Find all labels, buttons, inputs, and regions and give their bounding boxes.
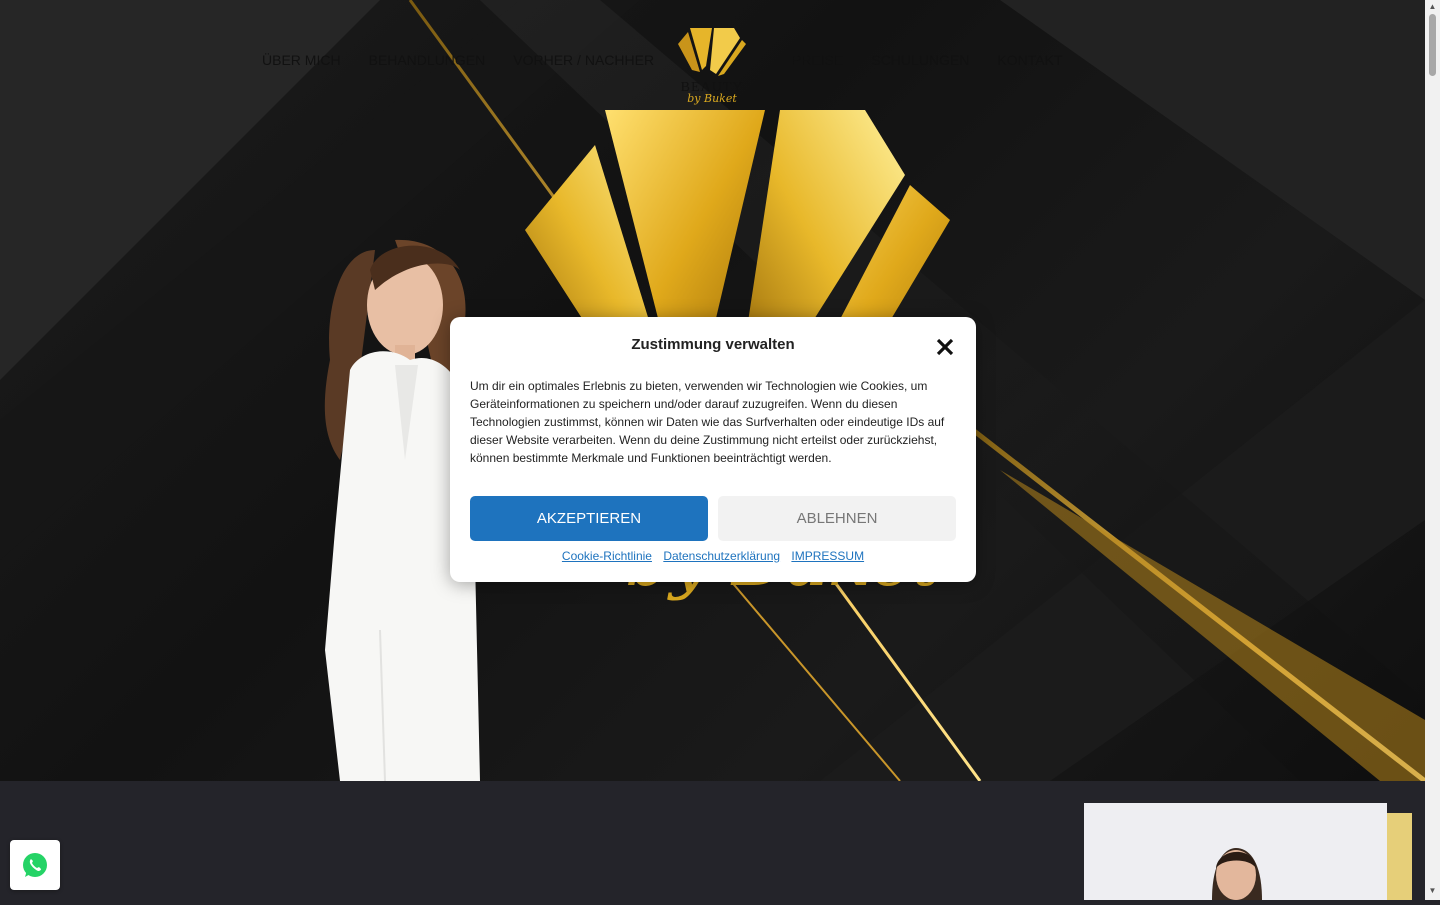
scroll-up-arrow-icon[interactable]: ▲ (1428, 2, 1437, 11)
close-icon[interactable] (934, 336, 956, 358)
nav-item-ueber-mich[interactable]: ÜBER MICH (262, 52, 341, 74)
nav-item-schulungen[interactable]: SCHULUNGEN (871, 52, 969, 74)
deny-button[interactable]: ABLEHNEN (718, 496, 956, 541)
nav-item-kontakt[interactable]: KONTAKT (997, 52, 1062, 74)
photo-accent (1387, 813, 1412, 900)
scroll-down-arrow-icon[interactable]: ▼ (1428, 886, 1437, 895)
main-nav-left: ÜBER MICH BEHANDLUNGEN VORHER / NACHHER (262, 52, 654, 74)
whatsapp-icon (23, 853, 47, 877)
accept-button[interactable]: AKZEPTIEREN (470, 496, 708, 541)
nav-item-preise[interactable]: PREISE (792, 52, 843, 74)
portrait-photo (1084, 803, 1387, 900)
diamond-logo-icon (678, 28, 746, 76)
portrait-image (1212, 848, 1262, 900)
dialog-links: Cookie-Richtlinie Datenschutzerklärung I… (450, 549, 976, 563)
page-scrollbar[interactable]: ▲ ▼ (1425, 0, 1440, 900)
imprint-link[interactable]: IMPRESSUM (791, 549, 864, 563)
whatsapp-button[interactable] (10, 840, 60, 890)
logo-subtext: by Buket (687, 92, 737, 105)
dialog-title: Zustimmung verwalten (631, 336, 795, 353)
privacy-policy-link[interactable]: Datenschutzerklärung (663, 549, 780, 563)
main-nav-right: PREISE SCHULUNGEN KONTAKT (792, 52, 1062, 74)
dialog-body-text: Um dir ein optimales Erlebnis zu bieten,… (470, 379, 945, 465)
cookie-policy-link[interactable]: Cookie-Richtlinie (562, 549, 652, 563)
scroll-thumb[interactable] (1429, 14, 1436, 76)
cookie-consent-dialog: Zustimmung verwalten Um dir ein optimale… (450, 317, 976, 582)
site-logo[interactable]: BEAUTY by Buket (676, 26, 748, 110)
nav-item-behandlungen[interactable]: BEHANDLUNGEN (369, 52, 486, 74)
nav-item-vorher-nachher[interactable]: VORHER / NACHHER (513, 52, 654, 74)
